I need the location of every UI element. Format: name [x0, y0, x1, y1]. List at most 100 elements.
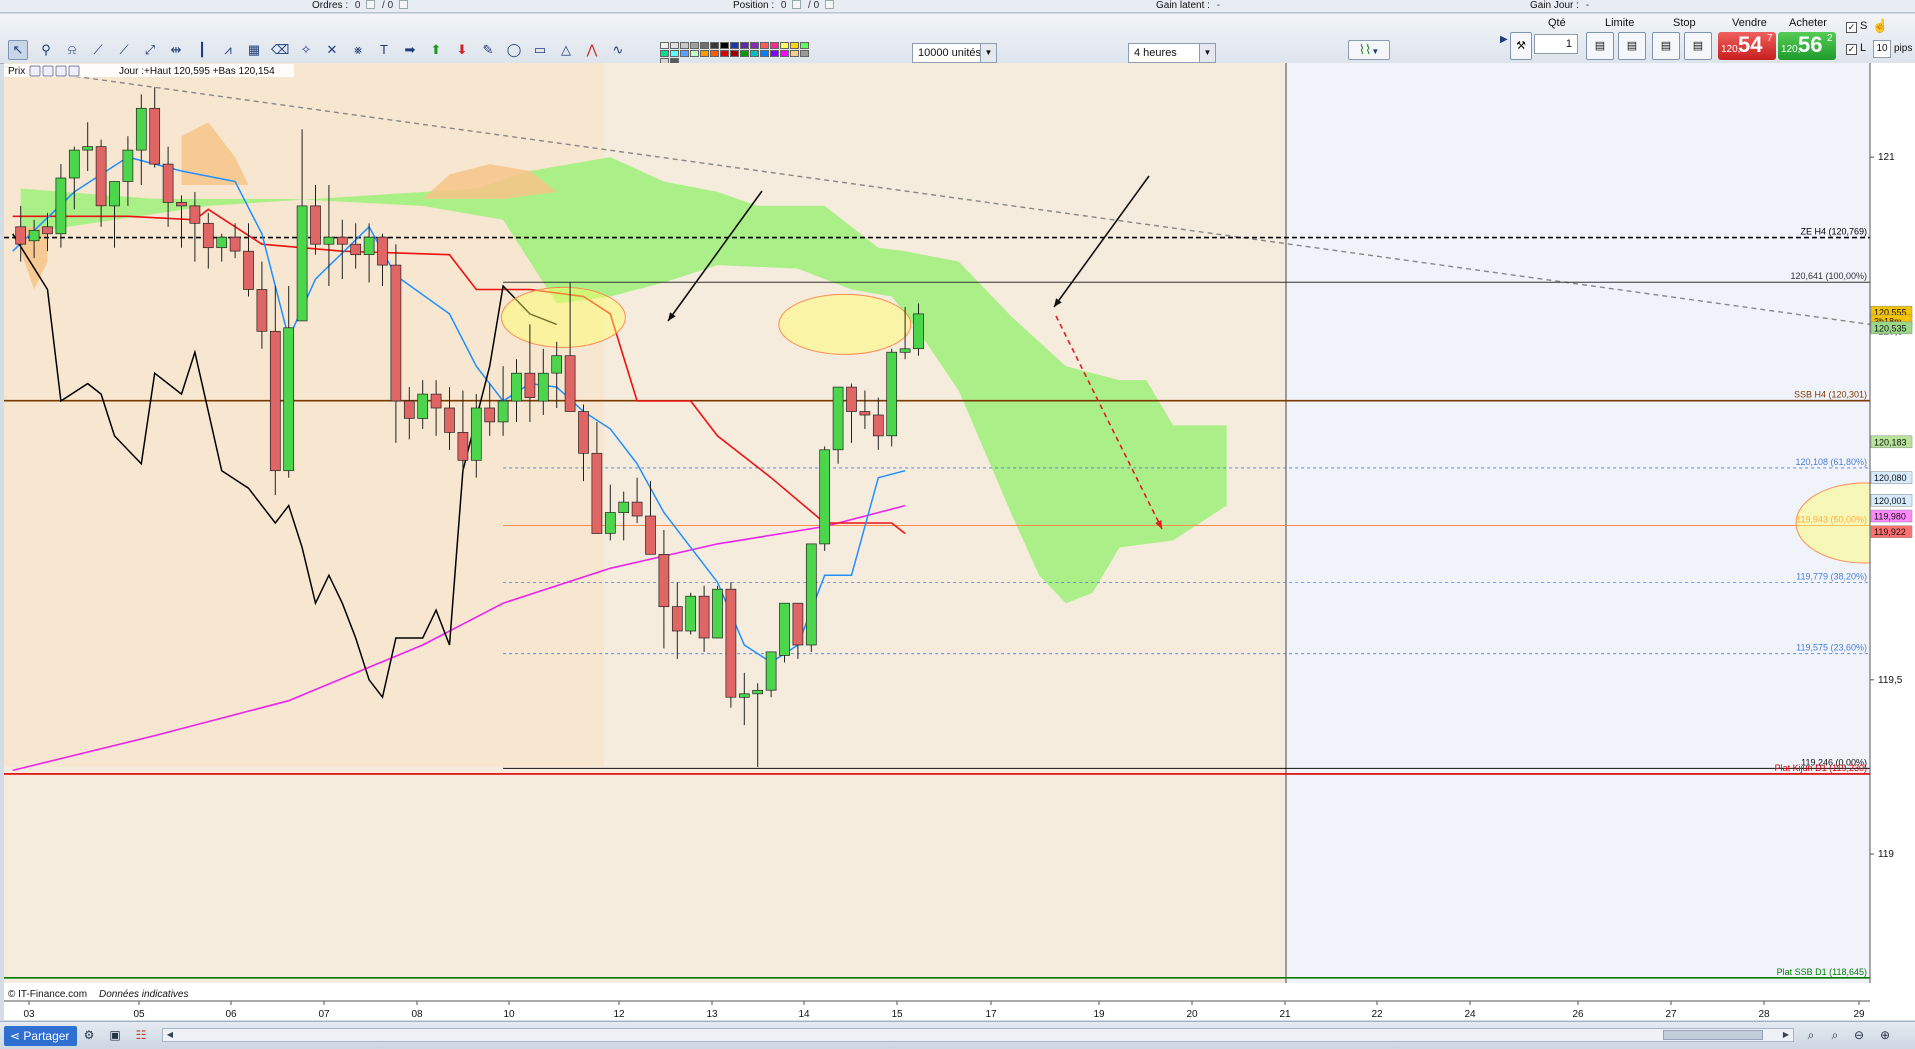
candle-body[interactable]: [631, 501, 643, 517]
price-chart[interactable]: ZE H4 (120,769) 120,641 (100,00%) SSB H4 (…: [4, 63, 1915, 1020]
candle-body[interactable]: [95, 146, 107, 207]
candle-body[interactable]: [149, 107, 161, 165]
candle-body[interactable]: [269, 330, 281, 472]
candle-body[interactable]: [135, 107, 147, 151]
palette-swatch[interactable]: [740, 42, 749, 49]
candle-body[interactable]: [886, 351, 898, 437]
candle-body[interactable]: [913, 313, 924, 350]
candle-body[interactable]: [336, 236, 348, 245]
channel-icon[interactable]: ▦: [244, 40, 264, 60]
palette-swatch[interactable]: [690, 50, 699, 57]
stop-buy-button[interactable]: ▤: [1652, 32, 1680, 60]
palette-swatch[interactable]: [690, 42, 699, 49]
trash-icon[interactable]: ⌫: [270, 40, 290, 60]
buy-button[interactable]: 120, 56 2: [1778, 32, 1836, 60]
palette-swatch[interactable]: [790, 50, 799, 57]
settings-icon[interactable]: [29, 65, 41, 77]
magic-icon[interactable]: ✧: [296, 40, 316, 60]
candle-body[interactable]: [363, 236, 375, 255]
scroll-left-icon[interactable]: ◀: [163, 1029, 177, 1041]
candle-body[interactable]: [162, 163, 174, 203]
palette-swatch[interactable]: [740, 50, 749, 57]
close-orders-icon[interactable]: [366, 0, 376, 9]
palette-swatch[interactable]: [710, 42, 719, 49]
candle-body[interactable]: [832, 386, 844, 451]
candle-body[interactable]: [524, 372, 536, 398]
candle-body[interactable]: [805, 543, 817, 646]
palette-swatch[interactable]: [670, 50, 679, 57]
zoom-fit-icon[interactable]: ⌕: [1802, 1026, 1820, 1044]
pattern-icon[interactable]: ⋀: [582, 40, 602, 60]
text-icon[interactable]: T: [374, 40, 394, 60]
palette-swatch[interactable]: [660, 50, 669, 57]
zoom-icon[interactable]: ⚲: [36, 40, 56, 60]
arrow-up-icon[interactable]: ⬆: [426, 40, 446, 60]
candle-body[interactable]: [564, 355, 576, 412]
fork-icon[interactable]: ⩘: [218, 40, 238, 60]
candle-body[interactable]: [202, 222, 214, 249]
wave-icon[interactable]: ∿: [608, 40, 628, 60]
palette-swatch[interactable]: [750, 50, 759, 57]
candle-body[interactable]: [752, 689, 764, 695]
candle-body[interactable]: [323, 236, 335, 245]
limit-sell-button[interactable]: ▤: [1618, 32, 1646, 60]
ellipse-icon[interactable]: ◯: [504, 40, 524, 60]
palette-swatch[interactable]: [710, 50, 719, 57]
palette-swatch[interactable]: [800, 42, 809, 49]
wrench-icon[interactable]: ⚒: [1510, 32, 1532, 60]
palette-swatch[interactable]: [780, 50, 789, 57]
chart-canvas[interactable]: ZE H4 (120,769) 120,641 (100,00%) SSB H4 (…: [4, 63, 1915, 1020]
candle-body[interactable]: [470, 407, 482, 461]
candle-body[interactable]: [283, 327, 295, 472]
candle-body[interactable]: [846, 386, 857, 412]
timeframe-select[interactable]: 4 heures ▼: [1128, 43, 1216, 63]
candle-body[interactable]: [899, 348, 911, 353]
quantity-input[interactable]: 1: [1534, 34, 1578, 54]
quantity-select[interactable]: 10000 unités ▼: [912, 43, 997, 63]
zoom-reset-icon[interactable]: ⌕: [1826, 1026, 1844, 1044]
color-palette[interactable]: [660, 42, 815, 65]
candle-body[interactable]: [591, 452, 603, 534]
ruler-icon[interactable]: ⟋: [88, 40, 108, 60]
palette-swatch[interactable]: [680, 42, 689, 49]
candle-body[interactable]: [15, 226, 27, 245]
candle-body[interactable]: [511, 372, 522, 402]
candle-body[interactable]: [618, 501, 630, 513]
palette-swatch[interactable]: [730, 50, 739, 57]
limit-buy-button[interactable]: ▤: [1586, 32, 1614, 60]
pips-input[interactable]: 10: [1873, 40, 1891, 58]
share-button[interactable]: ⋖ Partager: [4, 1026, 78, 1046]
rectangle-icon[interactable]: ▭: [530, 40, 550, 60]
palette-swatch[interactable]: [790, 42, 799, 49]
triangle-icon[interactable]: △: [556, 40, 576, 60]
palette-swatch[interactable]: [760, 42, 769, 49]
candle-body[interactable]: [216, 236, 228, 249]
candle-body[interactable]: [578, 411, 589, 454]
candle-body[interactable]: [122, 149, 134, 182]
candle-body[interactable]: [430, 393, 442, 409]
candle-body[interactable]: [296, 205, 308, 322]
palette-swatch[interactable]: [670, 42, 679, 49]
candle-body[interactable]: [551, 355, 563, 374]
line-icon[interactable]: ⟋: [114, 40, 134, 60]
candle-body[interactable]: [484, 407, 496, 423]
candle-body[interactable]: [685, 595, 697, 632]
candle-body[interactable]: [671, 606, 683, 632]
collapse-panel-icon[interactable]: ▶: [1500, 34, 1508, 58]
candle-body[interactable]: [350, 243, 362, 256]
candle-body[interactable]: [604, 512, 616, 534]
candle-body[interactable]: [417, 393, 429, 419]
candle-body[interactable]: [859, 411, 871, 416]
ray-icon[interactable]: ⤢: [140, 40, 160, 60]
candle-body[interactable]: [189, 205, 201, 224]
candle-body[interactable]: [28, 229, 40, 242]
palette-swatch[interactable]: [800, 50, 809, 57]
candle-body[interactable]: [765, 651, 777, 691]
candle-body[interactable]: [109, 181, 120, 207]
orders-link-icon[interactable]: [398, 0, 408, 9]
candle-body[interactable]: [698, 595, 710, 639]
chevron-down-icon[interactable]: ▼: [1199, 44, 1215, 62]
candle-body[interactable]: [792, 602, 804, 646]
palette-swatch[interactable]: [680, 50, 689, 57]
candle-body[interactable]: [403, 400, 415, 419]
